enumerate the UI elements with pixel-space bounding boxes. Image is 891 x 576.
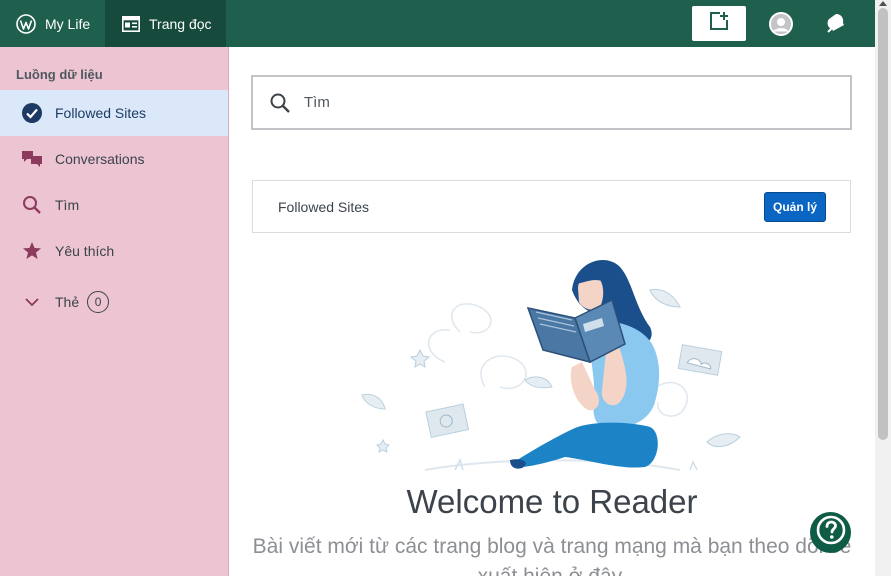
scroll-up-arrow-icon[interactable] [879,1,887,6]
wordpress-logo-icon [16,13,36,34]
help-button[interactable] [810,512,851,553]
sidebar-item-label: Yêu thích [55,243,115,259]
sidebar-item-search[interactable]: Tìm [0,182,228,228]
followed-sites-title: Followed Sites [278,198,370,215]
reader-label: Trang đọc [149,15,212,32]
tags-count-badge: 0 [87,291,110,313]
new-post-icon [709,11,729,36]
sidebar-item-label: Followed Sites [55,105,147,121]
chat-bubbles-icon [21,148,43,170]
reader-illustration [350,252,750,477]
sidebar-item-label: Tìm [55,197,80,213]
sidebar-item-tags[interactable]: Thẻ 0 [0,279,228,325]
search-input[interactable] [304,94,824,111]
my-site-button[interactable]: My Life [0,0,105,47]
search-icon [268,91,292,115]
followed-sites-card: Followed Sites Quản lý [252,180,851,233]
reader-button[interactable]: Trang đọc [105,0,226,47]
sidebar-item-label: Conversations [55,151,145,167]
sidebar-heading: Luồng dữ liệu [16,67,103,82]
sidebar-item-label: Thẻ [55,294,80,310]
sidebar-item-likes[interactable]: Yêu thích [0,228,228,274]
star-icon [21,240,43,262]
notifications-bell-icon[interactable] [823,11,847,35]
search-box [251,75,852,130]
search-icon [21,194,43,216]
my-site-label: My Life [45,15,91,32]
sidebar: Luồng dữ liệu Followed Sites Conversatio… [0,47,229,576]
write-post-button[interactable] [692,6,746,41]
help-question-icon [816,515,846,550]
checkmark-circle-icon [21,102,43,124]
scrollbar-thumb[interactable] [878,8,888,440]
welcome-title: Welcome to Reader [406,483,698,520]
avatar[interactable] [769,12,793,36]
sidebar-item-conversations[interactable]: Conversations [0,136,228,182]
masterbar: My Life Trang đọc [0,0,875,47]
manage-button[interactable]: Quản lý [763,192,826,222]
reader-icon [122,15,140,32]
welcome-subtitle: Bài viết mới từ các trang blog và trang … [252,535,852,576]
chevron-down-icon [21,291,43,313]
sidebar-item-followed-sites[interactable]: Followed Sites [0,90,228,136]
